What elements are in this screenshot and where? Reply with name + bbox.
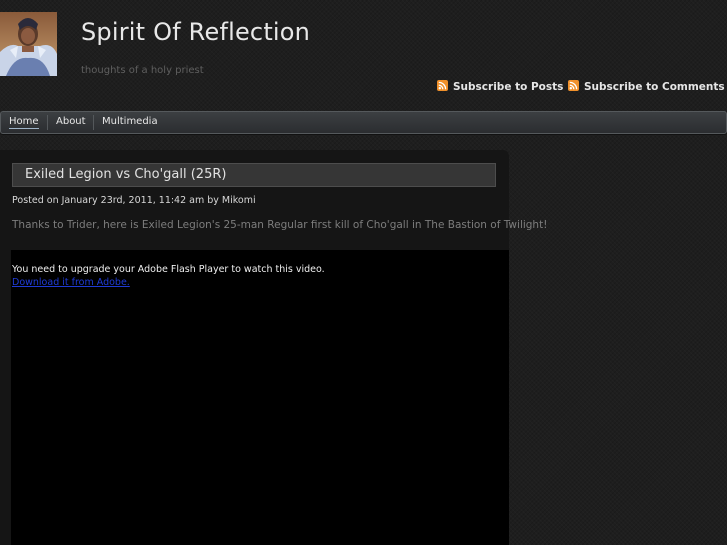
subscribe-comments-link[interactable]: Subscribe to Comments [568,80,725,93]
nav-divider [93,115,94,130]
site-header: Spirit Of Reflection thoughts of a holy … [0,0,727,108]
video-embed[interactable]: You need to upgrade your Adobe Flash Pla… [11,250,509,545]
subscribe-posts-label: Subscribe to Posts [453,81,564,93]
post-title[interactable]: Exiled Legion vs Cho'gall (25R) [25,167,226,182]
nav-item-multimedia[interactable]: Multimedia [102,116,158,127]
nav-divider [47,115,48,130]
nav-item-home[interactable]: Home [9,116,39,129]
site-tagline: thoughts of a holy priest [81,65,204,76]
site-title[interactable]: Spirit Of Reflection [81,18,310,46]
avatar[interactable] [0,12,57,76]
main-nav: Home About Multimedia [0,111,727,134]
download-flash-link[interactable]: Download it from Adobe. [12,277,130,288]
flash-upgrade-message: You need to upgrade your Adobe Flash Pla… [12,264,325,275]
post-title-bar: Exiled Legion vs Cho'gall (25R) [12,163,496,187]
post: Exiled Legion vs Cho'gall (25R) Posted o… [0,150,547,545]
rss-feed-icon [437,80,448,91]
subscribe-posts-link[interactable]: Subscribe to Posts [437,80,564,93]
post-body: Thanks to Trider, here is Exiled Legion'… [12,219,548,231]
rss-feed-icon [568,80,579,91]
subscribe-comments-label: Subscribe to Comments [584,81,725,93]
post-meta: Posted on January 23rd, 2011, 11:42 am b… [12,195,256,206]
nav-item-about[interactable]: About [56,116,86,127]
